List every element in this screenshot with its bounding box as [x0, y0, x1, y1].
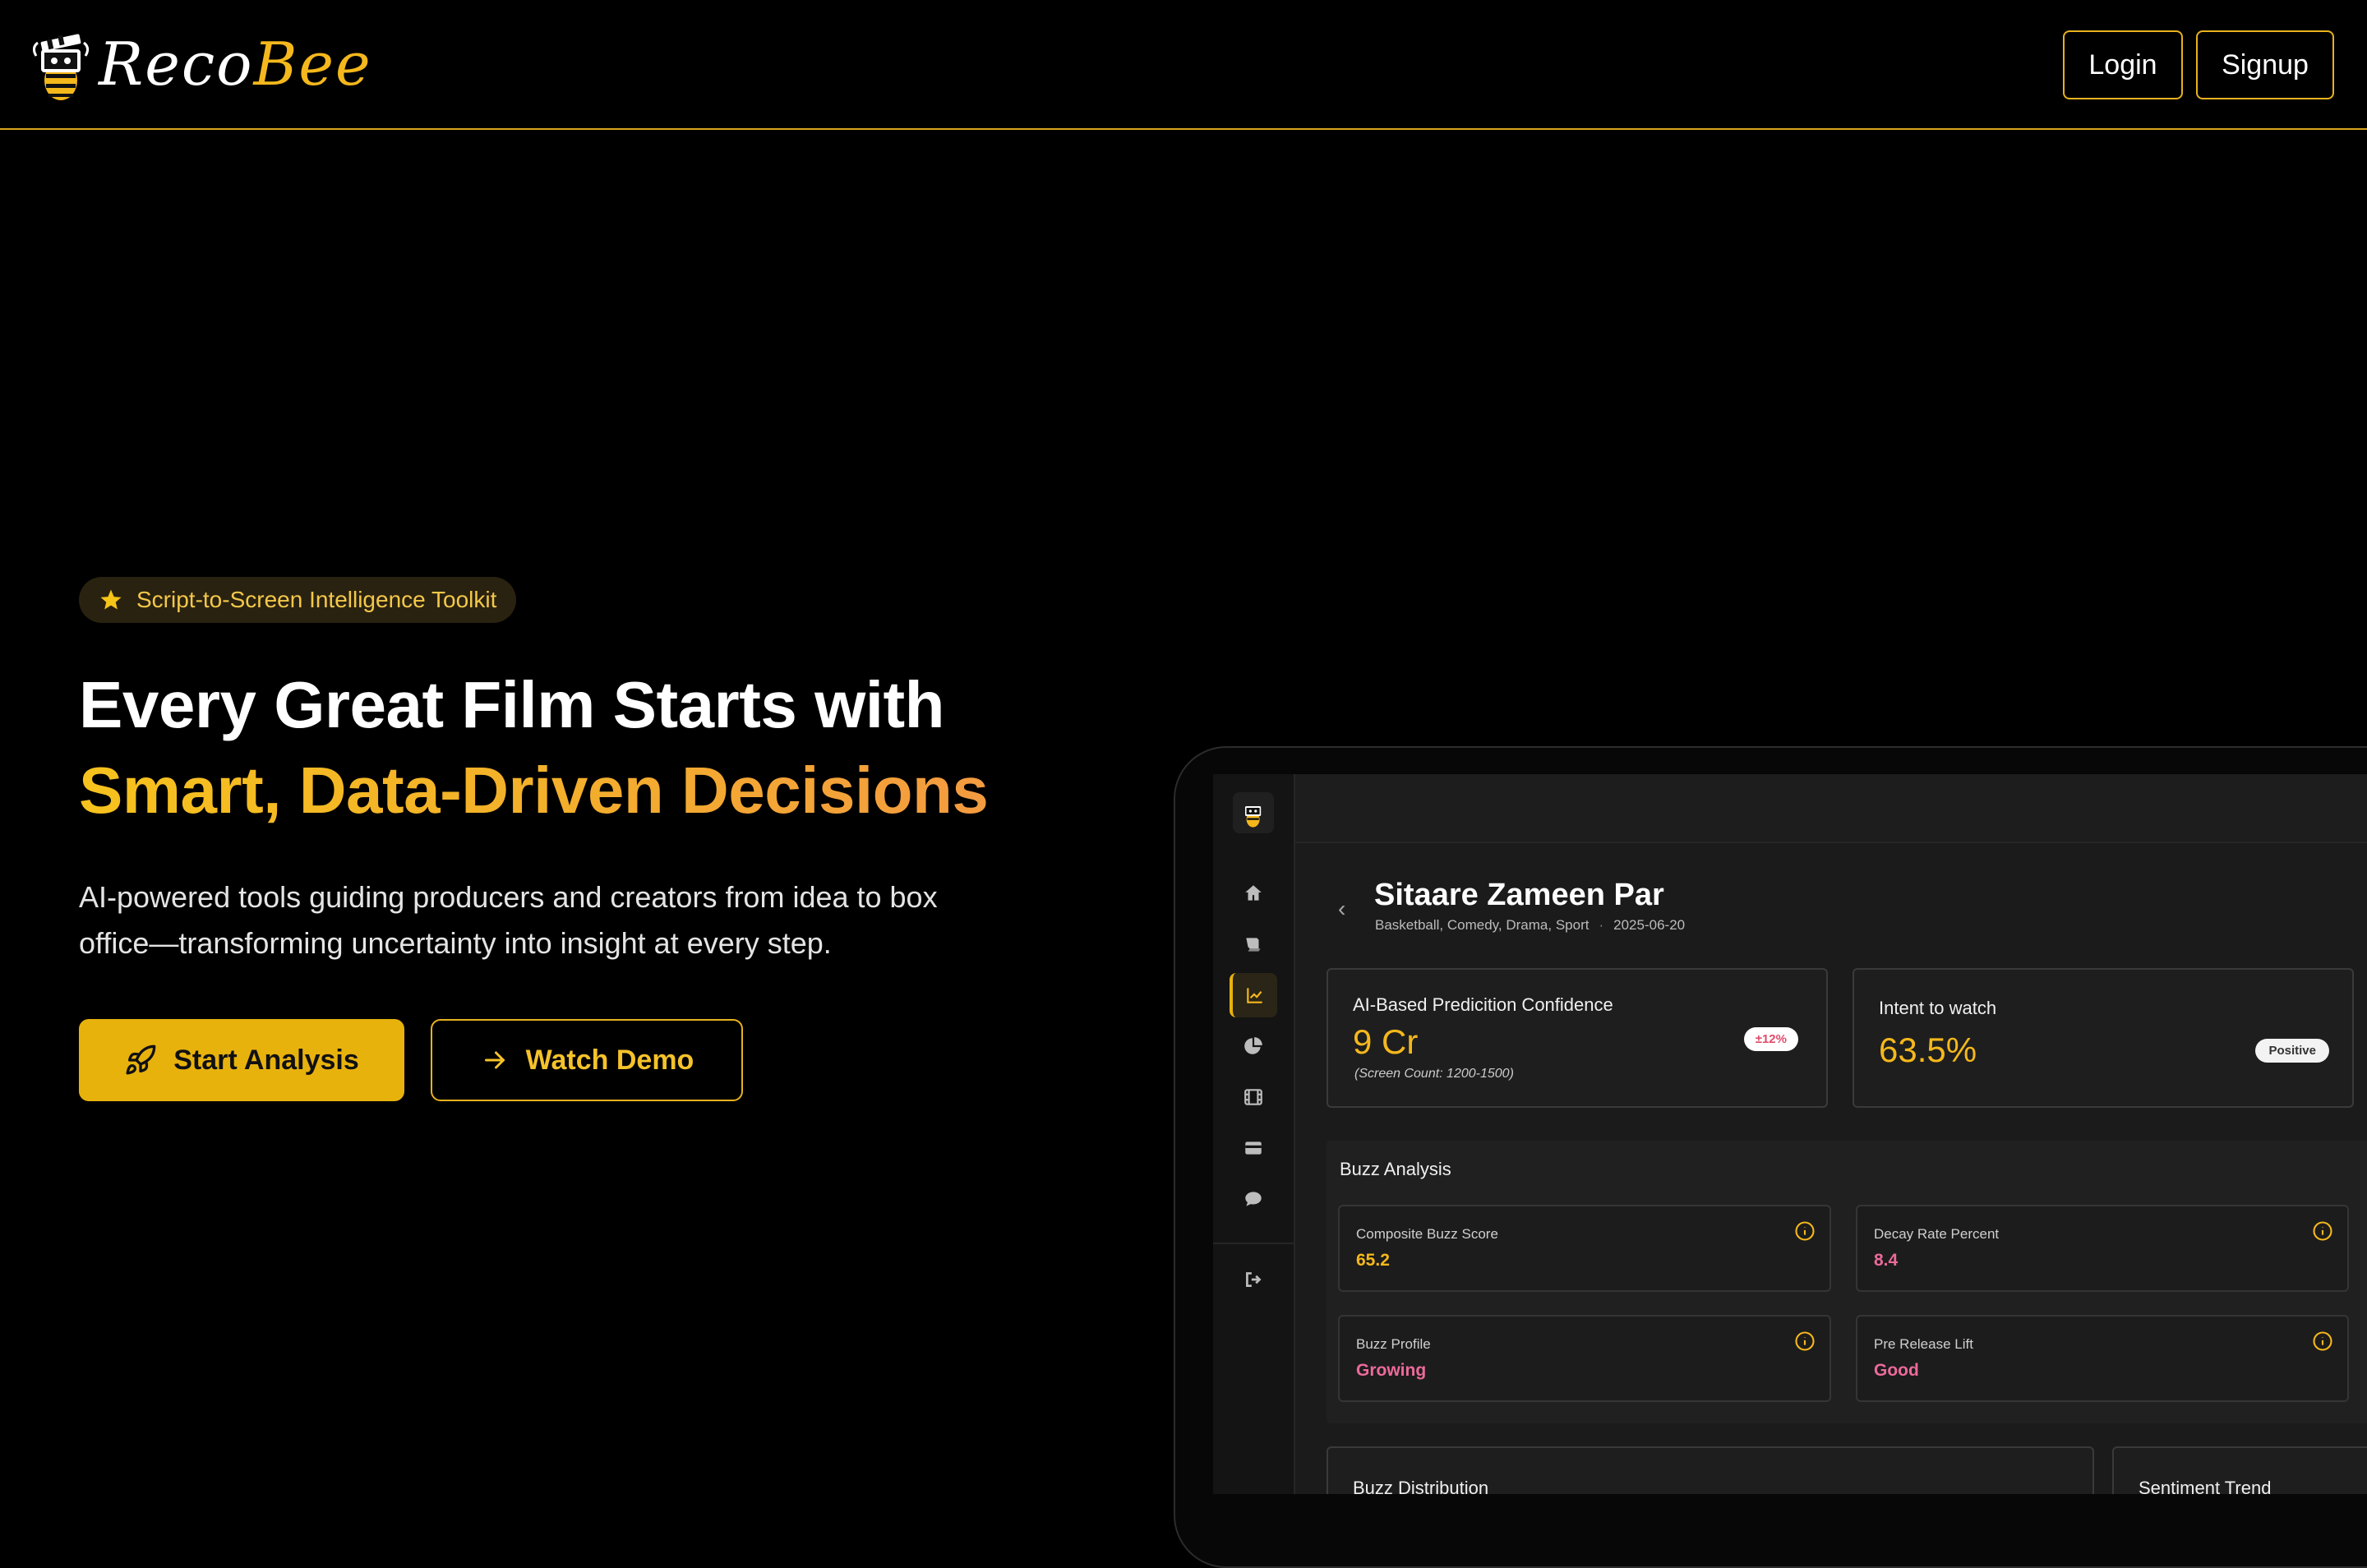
- logo-wordmark: RecoBee: [99, 30, 372, 99]
- intent-value: 63.5%: [1879, 1031, 1977, 1069]
- logo-word-bee: Bee: [253, 30, 372, 99]
- intent-badge: Positive: [2255, 1039, 2329, 1063]
- sentiment-trend-card: Sentiment Trend: [2112, 1446, 2367, 1494]
- decay-rate-card: Decay Rate Percent 8.4: [1856, 1205, 2349, 1292]
- hero-headline-line1: Every Great Film Starts with: [79, 668, 945, 741]
- metric-value: Good: [1874, 1361, 1919, 1380]
- buzz-analysis-title: Buzz Analysis: [1340, 1159, 1451, 1179]
- intent-title: Intent to watch: [1879, 998, 1997, 1018]
- star-icon: [100, 589, 122, 610]
- movie-release-date: 2025-06-20: [1613, 917, 1686, 933]
- dashboard-preview: ‹ Sitaare Zameen Par Basketball, Comedy,…: [1213, 774, 2367, 1494]
- login-button[interactable]: Login: [2063, 30, 2183, 99]
- pre-release-lift-card: Pre Release Lift Good: [1856, 1315, 2349, 1402]
- badge-text: Script-to-Screen Intelligence Toolkit: [136, 587, 497, 612]
- buzz-distribution-title: Buzz Distribution: [1353, 1478, 1489, 1494]
- scripts-icon[interactable]: [1231, 922, 1276, 966]
- metric-value: 8.4: [1874, 1251, 1899, 1270]
- sidebar-divider: [1213, 1243, 1294, 1244]
- movie-meta: Basketball, Comedy, Drama, Sport · 2025-06…: [1375, 917, 1685, 934]
- info-icon[interactable]: [2311, 1220, 2334, 1243]
- metric-value: Growing: [1356, 1361, 1427, 1380]
- movie-title: Sitaare Zameen Par: [1374, 878, 1664, 912]
- buzz-profile-card: Buzz Profile Growing: [1338, 1315, 1831, 1402]
- signup-button[interactable]: Signup: [2196, 30, 2334, 99]
- movie-genres: Basketball, Comedy, Drama, Sport: [1375, 917, 1590, 933]
- metric-label: Buzz Profile: [1356, 1336, 1431, 1352]
- watch-demo-label: Watch Demo: [525, 1044, 694, 1076]
- info-icon[interactable]: [1793, 1330, 1816, 1353]
- bee-logo-icon: [33, 34, 90, 100]
- prediction-card: AI-Based Predicition Confidence 9 Cr (Sc…: [1327, 968, 1828, 1108]
- dashboard-sidebar: [1213, 774, 1295, 1494]
- logo-word-reco: Reco: [99, 30, 254, 99]
- metric-label: Composite Buzz Score: [1356, 1226, 1498, 1242]
- card-icon[interactable]: [1231, 1126, 1276, 1170]
- info-icon[interactable]: [1793, 1220, 1816, 1243]
- metric-label: Decay Rate Percent: [1874, 1226, 2000, 1242]
- film-icon[interactable]: [1231, 1075, 1276, 1119]
- pie-chart-icon[interactable]: [1231, 1024, 1276, 1068]
- composite-buzz-card: Composite Buzz Score 65.2: [1338, 1205, 1831, 1292]
- recobee-logo[interactable]: RecoBee: [33, 21, 372, 107]
- prediction-note: (Screen Count: 1200-1500): [1354, 1067, 1514, 1081]
- chat-icon[interactable]: [1231, 1177, 1276, 1221]
- analytics-icon[interactable]: [1230, 973, 1277, 1017]
- prediction-badge: ±12%: [1743, 1027, 1798, 1051]
- buzz-distribution-card: Buzz Distribution: [1327, 1446, 2094, 1494]
- logout-icon[interactable]: [1231, 1257, 1276, 1302]
- hero-headline-line2: Smart, Data-Driven Decisions: [79, 754, 989, 827]
- metric-label: Pre Release Lift: [1874, 1336, 1973, 1352]
- back-chevron-icon[interactable]: ‹: [1338, 896, 1345, 922]
- metric-value: 65.2: [1356, 1251, 1390, 1270]
- sentiment-trend-title: Sentiment Trend: [2139, 1478, 2272, 1494]
- sidebar-logo-icon: [1233, 792, 1274, 833]
- start-analysis-label: Start Analysis: [173, 1044, 359, 1076]
- top-header: RecoBee Login Signup: [0, 0, 2367, 130]
- prediction-title: AI-Based Predicition Confidence: [1353, 994, 1613, 1015]
- intent-card: Intent to watch 63.5% Positive: [1853, 968, 2354, 1108]
- arrow-right-icon: [484, 1051, 505, 1069]
- meta-separator: ·: [1599, 917, 1604, 933]
- home-icon[interactable]: [1231, 871, 1276, 915]
- watch-demo-button[interactable]: Watch Demo: [431, 1019, 743, 1101]
- rocket-icon: [126, 1045, 156, 1075]
- toolkit-badge: Script-to-Screen Intelligence Toolkit: [79, 577, 517, 623]
- buzz-analysis-panel: Buzz Analysis Composite Buzz Score 65.2 …: [1327, 1141, 2367, 1423]
- start-analysis-button[interactable]: Start Analysis: [79, 1019, 404, 1101]
- info-icon[interactable]: [2311, 1330, 2334, 1353]
- prediction-value: 9 Cr: [1353, 1022, 1419, 1061]
- dashboard-topbar: [1294, 774, 2367, 843]
- hero-subtitle: AI-powered tools guiding producers and c…: [79, 880, 938, 960]
